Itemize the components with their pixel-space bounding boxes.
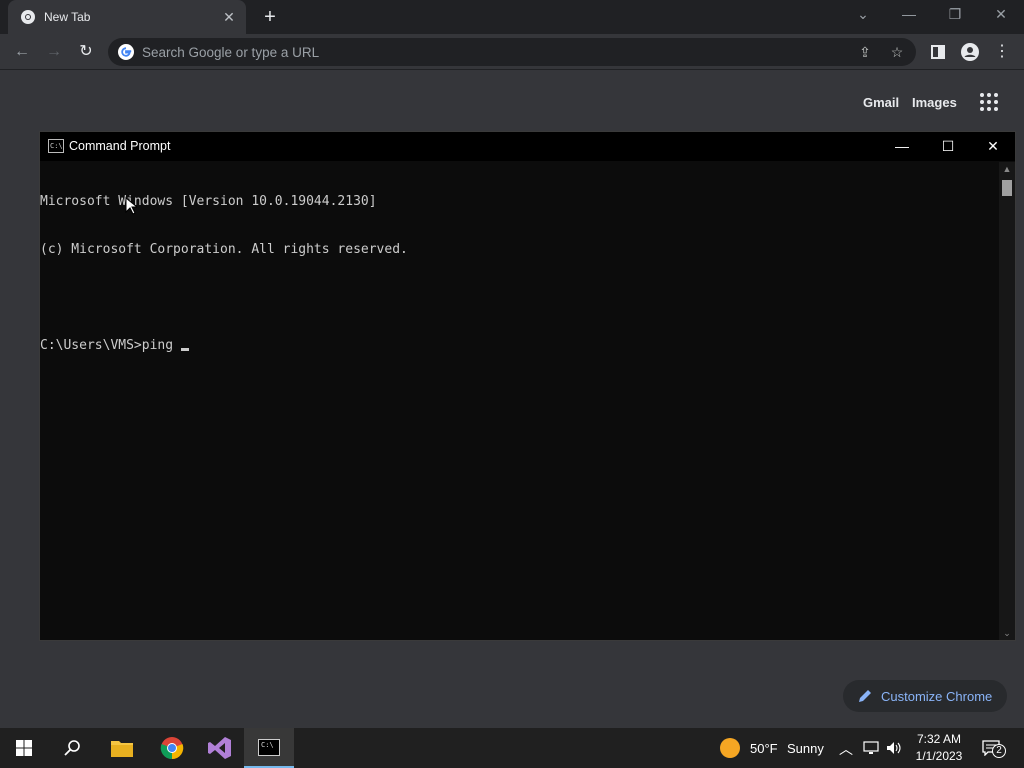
share-icon[interactable]: ⇪ xyxy=(856,43,874,61)
windows-taskbar: C:\ 50°F Sunny ︿ 7:32 AM 1/1/2023 2 xyxy=(0,728,1024,768)
chrome-favicon-icon xyxy=(21,10,35,24)
weather-sun-icon xyxy=(720,738,740,758)
console-output[interactable]: Microsoft Windows [Version 10.0.19044.21… xyxy=(40,162,998,640)
taskbar-search-button[interactable] xyxy=(48,728,96,768)
clock-date: 1/1/2023 xyxy=(915,749,963,763)
customize-chrome-label: Customize Chrome xyxy=(881,689,993,704)
images-link[interactable]: Images xyxy=(912,95,957,110)
show-hidden-icons-chevron-icon[interactable]: ︿ xyxy=(839,739,853,759)
profile-avatar-icon[interactable] xyxy=(958,40,982,64)
customize-chrome-button[interactable]: Customize Chrome xyxy=(843,680,1007,712)
back-arrow-icon[interactable]: ← xyxy=(10,40,34,64)
taskbar-chrome[interactable] xyxy=(148,728,196,768)
volume-icon[interactable] xyxy=(886,741,902,755)
cmd-window-title: Command Prompt xyxy=(69,139,171,153)
taskbar-visual-studio[interactable] xyxy=(196,728,244,768)
forward-arrow-icon[interactable]: → xyxy=(42,40,66,64)
weather-condition[interactable]: Sunny xyxy=(787,741,824,756)
taskbar-file-explorer[interactable] xyxy=(98,728,146,768)
action-center-button[interactable]: 2 xyxy=(982,738,1012,760)
cmd-title-bar[interactable]: C:\ Command Prompt — ☐ ✕ xyxy=(40,132,1015,161)
mouse-pointer-icon xyxy=(125,197,137,215)
chrome-icon xyxy=(160,737,184,760)
search-icon xyxy=(64,740,80,756)
browser-restore-button[interactable]: ❐ xyxy=(932,0,978,30)
chrome-menu-icon[interactable]: ⋮ xyxy=(990,40,1014,64)
network-icon[interactable] xyxy=(863,741,879,755)
scrollbar-thumb[interactable] xyxy=(1002,180,1012,196)
side-panel-icon[interactable] xyxy=(926,40,950,64)
cmd-maximize-button[interactable]: ☐ xyxy=(925,132,971,161)
command-prompt-icon: C:\ xyxy=(258,739,280,756)
tab-close-icon[interactable]: ✕ xyxy=(220,8,238,26)
tab-title: New Tab xyxy=(44,10,91,24)
console-prompt-line: C:\Users\VMS>ping xyxy=(40,338,998,354)
text-cursor xyxy=(181,348,190,351)
reload-icon[interactable]: ↻ xyxy=(74,40,98,64)
bookmark-star-icon[interactable]: ☆ xyxy=(888,43,906,61)
notification-count-badge: 2 xyxy=(992,744,1006,758)
command-prompt-icon: C:\ xyxy=(48,139,64,153)
tab-strip: New Tab ✕ + ⌄ — ❐ ✕ xyxy=(0,0,1024,34)
omnibox[interactable]: Search Google or type a URL ⇪ ☆ xyxy=(108,38,916,66)
clock-time: 7:32 AM xyxy=(916,732,962,746)
gmail-link[interactable]: Gmail xyxy=(863,95,899,110)
console-command: C:\Users\VMS>ping xyxy=(40,338,174,353)
scroll-up-icon[interactable]: ▲ xyxy=(999,162,1015,176)
cmd-scrollbar[interactable]: ▲ ⌄ xyxy=(999,162,1015,640)
omnibox-placeholder: Search Google or type a URL xyxy=(142,45,320,60)
start-button[interactable] xyxy=(0,728,48,768)
browser-close-button[interactable]: ✕ xyxy=(978,0,1024,30)
tab-search-chevron-icon[interactable]: ⌄ xyxy=(840,0,886,30)
browser-toolbar: ← → ↻ Search Google or type a URL ⇪ ☆ ⋮ xyxy=(0,34,1024,70)
file-explorer-icon xyxy=(111,741,133,757)
visual-studio-icon xyxy=(208,737,231,759)
weather-temp[interactable]: 50°F xyxy=(750,741,778,756)
cmd-close-button[interactable]: ✕ xyxy=(970,132,1016,161)
google-g-icon xyxy=(118,44,134,60)
browser-minimize-button[interactable]: — xyxy=(886,0,932,30)
taskbar-clock[interactable]: 7:32 AM 1/1/2023 xyxy=(905,731,973,765)
windows-logo-icon xyxy=(16,740,32,756)
taskbar-command-prompt[interactable]: C:\ xyxy=(244,728,294,768)
tab-new-tab[interactable]: New Tab ✕ xyxy=(8,0,246,34)
scroll-down-icon[interactable]: ⌄ xyxy=(999,626,1015,640)
pencil-icon xyxy=(859,690,871,702)
cmd-minimize-button[interactable]: — xyxy=(879,132,925,161)
console-line: (c) Microsoft Corporation. All rights re… xyxy=(40,242,408,257)
console-line: Microsoft Windows [Version 10.0.19044.21… xyxy=(40,194,377,209)
new-tab-button[interactable]: + xyxy=(258,6,282,30)
command-prompt-window[interactable]: C:\ Command Prompt — ☐ ✕ Microsoft Windo… xyxy=(39,131,1016,641)
google-apps-icon[interactable] xyxy=(980,93,1000,113)
